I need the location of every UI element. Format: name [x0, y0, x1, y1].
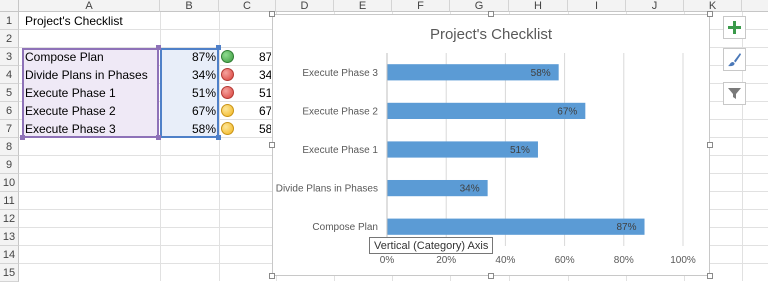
status-red-icon: [221, 86, 234, 99]
chart-resize-handle[interactable]: [269, 142, 275, 148]
cell-c-value[interactable]: 34: [259, 66, 271, 84]
bar[interactable]: [387, 218, 645, 235]
cell-task-name[interactable]: Divide Plans in Phases: [25, 66, 157, 84]
row-header-8[interactable]: 8: [0, 138, 19, 156]
plus-icon: [728, 21, 741, 34]
range-handle[interactable]: [216, 135, 221, 140]
chart-resize-handle[interactable]: [707, 11, 713, 17]
chart-resize-handle[interactable]: [707, 273, 713, 279]
column-header-e[interactable]: E: [334, 0, 392, 12]
column-header-d[interactable]: D: [276, 0, 334, 12]
chart-resize-handle[interactable]: [488, 11, 494, 17]
y-category-label[interactable]: Execute Phase 2: [302, 106, 378, 117]
chart-elements-button[interactable]: [723, 16, 746, 39]
row-header-1[interactable]: 1: [0, 12, 19, 30]
x-tick-label[interactable]: 80%: [614, 255, 634, 266]
cell-c-value[interactable]: 51: [259, 84, 271, 102]
column-header-c[interactable]: C: [219, 0, 276, 12]
cell-task-percent[interactable]: 67%: [162, 102, 216, 120]
column-header-i[interactable]: I: [568, 0, 626, 12]
data-label[interactable]: 67%: [557, 106, 577, 117]
chart-title[interactable]: Project's Checklist: [430, 26, 553, 43]
cell-task-name[interactable]: Execute Phase 2: [25, 102, 157, 120]
cell-task-name[interactable]: Compose Plan: [25, 48, 157, 66]
row-header-13[interactable]: 13: [0, 228, 19, 246]
status-red-icon: [221, 68, 234, 81]
column-header-b[interactable]: B: [160, 0, 219, 12]
cell-c-value[interactable]: 58: [259, 120, 271, 138]
row-header-3[interactable]: 3: [0, 48, 19, 66]
chart-resize-handle[interactable]: [269, 273, 275, 279]
row-header-4[interactable]: 4: [0, 66, 19, 84]
bar[interactable]: [387, 102, 586, 120]
y-category-label[interactable]: Compose Plan: [312, 222, 378, 233]
data-label[interactable]: 58%: [531, 68, 551, 79]
chart-resize-handle[interactable]: [707, 142, 713, 148]
select-all-corner[interactable]: [0, 0, 19, 12]
cell-task-percent[interactable]: 87%: [162, 48, 216, 66]
x-tick-label[interactable]: 20%: [436, 255, 456, 266]
row-header-2[interactable]: 2: [0, 30, 19, 48]
filter-icon: [728, 88, 741, 99]
chart-styles-button[interactable]: [723, 48, 746, 71]
cell-a1-title[interactable]: Project's Checklist: [25, 12, 159, 30]
y-category-label[interactable]: Divide Plans in Phases: [276, 184, 378, 195]
row-header-9[interactable]: 9: [0, 156, 19, 174]
x-tick-label[interactable]: 40%: [495, 255, 515, 266]
cell-c-value[interactable]: 87: [259, 48, 271, 66]
column-header-g[interactable]: G: [450, 0, 509, 12]
row-header-15[interactable]: 15: [0, 264, 19, 282]
status-yellow-icon: [221, 122, 234, 135]
row-header-10[interactable]: 10: [0, 174, 19, 192]
row-header-14[interactable]: 14: [0, 246, 19, 264]
data-label[interactable]: 34%: [460, 184, 480, 195]
axis-tooltip: Vertical (Category) Axis: [369, 237, 494, 254]
data-label[interactable]: 51%: [510, 145, 530, 156]
row-header-12[interactable]: 12: [0, 210, 19, 228]
cell-task-percent[interactable]: 34%: [162, 66, 216, 84]
column-header-j[interactable]: J: [626, 0, 684, 12]
chart-resize-handle[interactable]: [488, 273, 494, 279]
y-category-label[interactable]: Execute Phase 1: [302, 145, 378, 156]
row-header-6[interactable]: 6: [0, 102, 19, 120]
status-yellow-icon: [221, 104, 234, 117]
column-header-a[interactable]: A: [19, 0, 160, 12]
row-header-5[interactable]: 5: [0, 84, 19, 102]
column-header-f[interactable]: F: [392, 0, 450, 12]
chart-resize-handle[interactable]: [269, 11, 275, 17]
brush-icon: [728, 53, 741, 67]
data-label[interactable]: 87%: [617, 222, 637, 233]
cell-task-name[interactable]: Execute Phase 1: [25, 84, 157, 102]
row-header-7[interactable]: 7: [0, 120, 19, 138]
chart-filters-button[interactable]: [723, 82, 746, 105]
column-header-h[interactable]: H: [509, 0, 568, 12]
row-header-11[interactable]: 11: [0, 192, 19, 210]
range-handle[interactable]: [216, 45, 221, 50]
status-green-icon: [221, 50, 234, 63]
x-tick-label[interactable]: 0%: [380, 255, 395, 266]
bar-chart[interactable]: Project's Checklist 0% 20% 40% 60% 80% 100% Co…: [273, 15, 709, 275]
grid-col-line: [219, 12, 220, 281]
column-header-extra[interactable]: [742, 0, 768, 12]
x-tick-label[interactable]: 100%: [670, 255, 696, 266]
cell-task-percent[interactable]: 51%: [162, 84, 216, 102]
column-header-k[interactable]: K: [684, 0, 742, 12]
cell-task-percent[interactable]: 58%: [162, 120, 216, 138]
cell-task-name[interactable]: Execute Phase 3: [25, 120, 157, 138]
x-tick-label[interactable]: 60%: [555, 255, 575, 266]
y-category-label[interactable]: Execute Phase 3: [302, 68, 378, 79]
cell-c-value[interactable]: 67: [259, 102, 271, 120]
